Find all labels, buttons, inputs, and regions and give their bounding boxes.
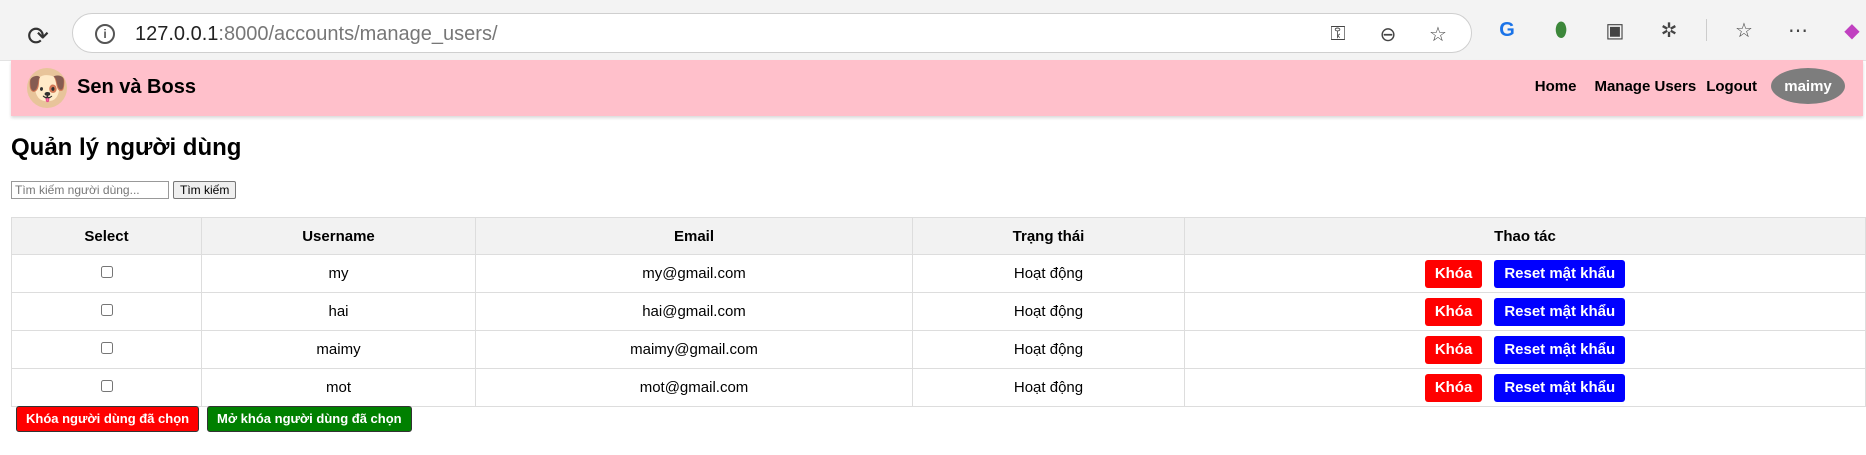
translate-extension-icon[interactable]: G: [1490, 16, 1524, 44]
header-email: Email: [475, 217, 913, 255]
username-cell: mot: [201, 368, 476, 407]
users-table: Select Username Email Trạng thái Thao tá…: [11, 217, 1866, 407]
row-checkbox[interactable]: [100, 266, 113, 278]
email-cell: my@gmail.com: [475, 254, 913, 293]
nav-manage-users-link[interactable]: Manage Users: [1594, 78, 1696, 95]
email-cell: maimy@gmail.com: [475, 330, 913, 369]
search-button[interactable]: Tìm kiếm: [173, 181, 237, 199]
dog-logo-icon[interactable]: 🐶: [27, 68, 67, 108]
brand-name[interactable]: Sen và Boss: [77, 76, 196, 99]
email-cell: mot@gmail.com: [475, 368, 913, 407]
key-icon[interactable]: ⚿: [1323, 20, 1353, 48]
unlock-selected-button[interactable]: Mở khóa người dùng đã chọn: [207, 406, 412, 432]
table-row: maimy maimy@gmail.com Hoạt động Khóa Rese…: [11, 330, 1866, 369]
url-path: :8000/accounts/manage_users/: [218, 23, 498, 45]
table-row: my my@gmail.com Hoạt động Khóa Reset mật …: [11, 254, 1866, 293]
site-info-icon[interactable]: i: [95, 24, 115, 44]
table-header-row: Select Username Email Trạng thái Thao tá…: [11, 217, 1866, 255]
copilot-icon[interactable]: ◆: [1835, 16, 1866, 44]
address-bar[interactable]: i 127.0.0.1:8000/accounts/manage_users/ …: [72, 13, 1472, 53]
select-cell: [11, 254, 202, 293]
nav-home-link[interactable]: Home: [1535, 78, 1577, 95]
toolbar-divider: [1706, 19, 1707, 41]
favorite-star-icon[interactable]: ☆: [1423, 20, 1453, 48]
lock-button[interactable]: Khóa: [1424, 297, 1483, 326]
actions-cell: Khóa Reset mật khẩu: [1184, 292, 1866, 331]
reset-password-button[interactable]: Reset mật khẩu: [1494, 259, 1626, 288]
reset-password-button[interactable]: Reset mật khẩu: [1494, 297, 1626, 326]
row-checkbox[interactable]: [100, 380, 113, 392]
row-checkbox[interactable]: [100, 342, 113, 354]
status-cell: Hoạt động: [912, 292, 1185, 331]
reload-icon[interactable]: ⟳: [22, 20, 54, 52]
favorites-icon[interactable]: ☆: [1727, 16, 1761, 44]
user-badge[interactable]: maimy: [1771, 68, 1845, 104]
url-text[interactable]: 127.0.0.1:8000/accounts/manage_users/: [135, 23, 498, 46]
status-cell: Hoạt động: [912, 330, 1185, 369]
header-username: Username: [201, 217, 476, 255]
actions-cell: Khóa Reset mật khẩu: [1184, 254, 1866, 293]
nav-links: Home Manage Users Logout maimy: [1517, 68, 1845, 104]
header-status: Trạng thái: [912, 217, 1185, 255]
status-cell: Hoạt động: [912, 368, 1185, 407]
page-title: Quản lý người dùng: [11, 134, 242, 161]
extensions-puzzle-icon[interactable]: ✲: [1652, 16, 1686, 44]
zoom-out-icon[interactable]: ⊖: [1373, 20, 1403, 48]
username-cell: maimy: [201, 330, 476, 369]
table-row: mot mot@gmail.com Hoạt động Khóa Reset mậ…: [11, 368, 1866, 407]
lock-button[interactable]: Khóa: [1424, 335, 1483, 364]
select-cell: [11, 368, 202, 407]
email-cell: hai@gmail.com: [475, 292, 913, 331]
status-cell: Hoạt động: [912, 254, 1185, 293]
lock-button[interactable]: Khóa: [1424, 259, 1483, 288]
table-row: hai hai@gmail.com Hoạt động Khóa Reset mậ…: [11, 292, 1866, 331]
more-menu-icon[interactable]: ⋯: [1781, 16, 1815, 44]
header-actions: Thao tác: [1184, 217, 1866, 255]
header-select: Select: [11, 217, 202, 255]
username-cell: my: [201, 254, 476, 293]
screenshot-extension-icon[interactable]: ▣: [1598, 16, 1632, 44]
lock-button[interactable]: Khóa: [1424, 373, 1483, 402]
browser-toolbar: ⟳ i 127.0.0.1:8000/accounts/manage_users…: [0, 0, 1866, 61]
row-checkbox[interactable]: [100, 304, 113, 316]
url-host: 127.0.0.1: [135, 23, 219, 45]
select-cell: [11, 330, 202, 369]
actions-cell: Khóa Reset mật khẩu: [1184, 368, 1866, 407]
select-cell: [11, 292, 202, 331]
reset-password-button[interactable]: Reset mật khẩu: [1494, 373, 1626, 402]
username-cell: hai: [201, 292, 476, 331]
search-input[interactable]: [11, 181, 169, 199]
nav-logout-link[interactable]: Logout: [1706, 78, 1757, 95]
reset-password-button[interactable]: Reset mật khẩu: [1494, 335, 1626, 364]
lock-selected-button[interactable]: Khóa người dùng đã chọn: [16, 406, 200, 432]
nodejs-extension-icon[interactable]: ⬮: [1544, 16, 1578, 44]
actions-cell: Khóa Reset mật khẩu: [1184, 330, 1866, 369]
site-navbar: 🐶 Sen và Boss Home Manage Users Logout m…: [11, 60, 1863, 116]
